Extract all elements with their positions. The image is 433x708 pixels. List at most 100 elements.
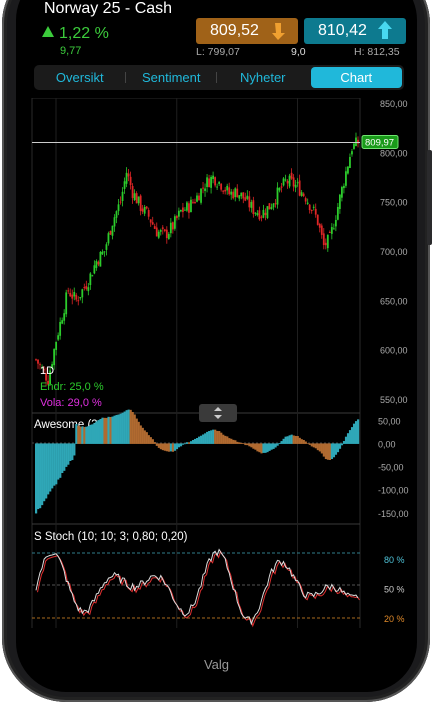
candle-body <box>294 184 297 188</box>
tab-sentiment[interactable]: Sentiment <box>126 65 218 90</box>
awesome-bar <box>348 430 352 444</box>
candle-body <box>175 215 178 219</box>
candle-body <box>165 229 168 239</box>
candle-body <box>190 199 192 213</box>
awesome-bar <box>131 412 134 444</box>
candle-body <box>264 212 267 216</box>
candle-body <box>95 260 98 268</box>
awesome-bar <box>274 443 277 448</box>
candle-body <box>115 211 118 218</box>
tab-nyheter[interactable]: Nyheter <box>217 65 309 90</box>
awesome-bar <box>137 421 140 444</box>
candle-body <box>292 177 295 187</box>
candle-body <box>147 210 150 217</box>
candle-body <box>143 206 146 214</box>
awesome-bar <box>115 414 118 444</box>
candle-body <box>204 188 206 191</box>
awesome-bar <box>39 443 42 509</box>
resize-vertical-icon[interactable] <box>199 404 237 422</box>
candle-body <box>238 195 241 199</box>
awesome-bar <box>123 411 126 444</box>
candle-body <box>129 176 132 186</box>
awesome-bar <box>218 431 221 444</box>
awesome-bar <box>252 443 255 449</box>
awesome-bar <box>171 443 175 452</box>
candle-body <box>355 137 357 147</box>
candle-body <box>268 203 271 210</box>
awesome-bar <box>204 433 207 444</box>
buy-button[interactable]: 810,42 <box>304 18 406 44</box>
y-tick-label: 600,00 <box>380 346 408 356</box>
awesome-bar <box>149 437 152 444</box>
awesome-bar <box>165 443 169 452</box>
candle-body <box>117 204 120 212</box>
candle-body <box>188 203 190 213</box>
candle-body <box>250 201 253 208</box>
awesome-y-label: 0,00 <box>378 439 396 449</box>
candle-body <box>75 294 78 300</box>
awesome-bar <box>288 435 291 444</box>
candle-body <box>71 294 74 299</box>
awesome-bar <box>51 443 54 489</box>
stochastic-series <box>35 548 360 628</box>
awesome-bar <box>268 443 271 451</box>
change-percent: 1,22 % <box>42 25 109 43</box>
interval-label: 1D <box>40 365 54 377</box>
awesome-bar <box>324 443 327 460</box>
candle-body <box>345 171 347 186</box>
candle-body <box>290 172 293 179</box>
awesome-bar <box>67 443 70 465</box>
awesome-bar <box>169 443 173 452</box>
candle-body <box>284 179 287 181</box>
awesome-bar <box>282 438 285 444</box>
awesome-bar <box>95 421 98 444</box>
instrument-title: Norway 25 - Cash <box>44 0 173 17</box>
candle-body <box>61 320 64 324</box>
awesome-bar <box>242 443 245 444</box>
ask-price: 810,42 <box>318 22 367 39</box>
stoch-y-label: 50 % <box>384 584 405 594</box>
awesome-bar <box>330 443 334 460</box>
awesome-bar <box>326 443 330 460</box>
candle-body <box>159 230 162 232</box>
candle-body <box>256 213 259 216</box>
awesome-bar <box>71 443 74 461</box>
awesome-bar <box>202 434 205 444</box>
candle-body <box>123 181 126 189</box>
sell-button[interactable]: 809,52 <box>196 18 298 44</box>
awesome-bar <box>117 414 120 444</box>
awesome-bar <box>85 426 88 444</box>
candle-body <box>310 209 313 211</box>
candle-body <box>332 228 335 230</box>
candle-body <box>260 216 263 218</box>
awesome-bar <box>57 443 60 480</box>
candle-body <box>177 210 180 217</box>
options-button[interactable]: Valg <box>16 657 417 672</box>
awesome-bar <box>59 443 62 478</box>
candle-body <box>55 341 58 350</box>
tab-chart[interactable]: Chart <box>310 67 402 88</box>
current-price-label: 809,97 <box>365 137 394 148</box>
y-tick-label: 800,00 <box>380 148 408 158</box>
awesome-bar <box>344 436 348 444</box>
awesome-y-label: -100,00 <box>378 486 409 496</box>
candle-body <box>230 191 233 195</box>
candle-body <box>192 201 194 203</box>
awesome-bar <box>79 426 82 444</box>
y-tick-label: 700,00 <box>380 247 408 257</box>
candle-body <box>169 222 172 234</box>
awesome-bar <box>91 424 94 444</box>
candle-body <box>202 187 204 189</box>
awesome-bar <box>125 410 128 444</box>
awesome-bar <box>256 443 259 452</box>
awesome-bar <box>220 432 223 444</box>
candle-body <box>280 186 283 188</box>
change-percent-value: 1,22 % <box>59 25 109 42</box>
awesome-bar <box>83 426 86 444</box>
awesome-bar <box>304 441 307 444</box>
awesome-bar <box>187 442 191 444</box>
candle-body <box>341 186 343 198</box>
price-chart[interactable]: mar. 2020jul. 2020okt. 2020 850,00800,00… <box>16 98 417 658</box>
tab-oversikt[interactable]: Oversikt <box>34 65 126 90</box>
awesome-bar <box>206 431 209 444</box>
